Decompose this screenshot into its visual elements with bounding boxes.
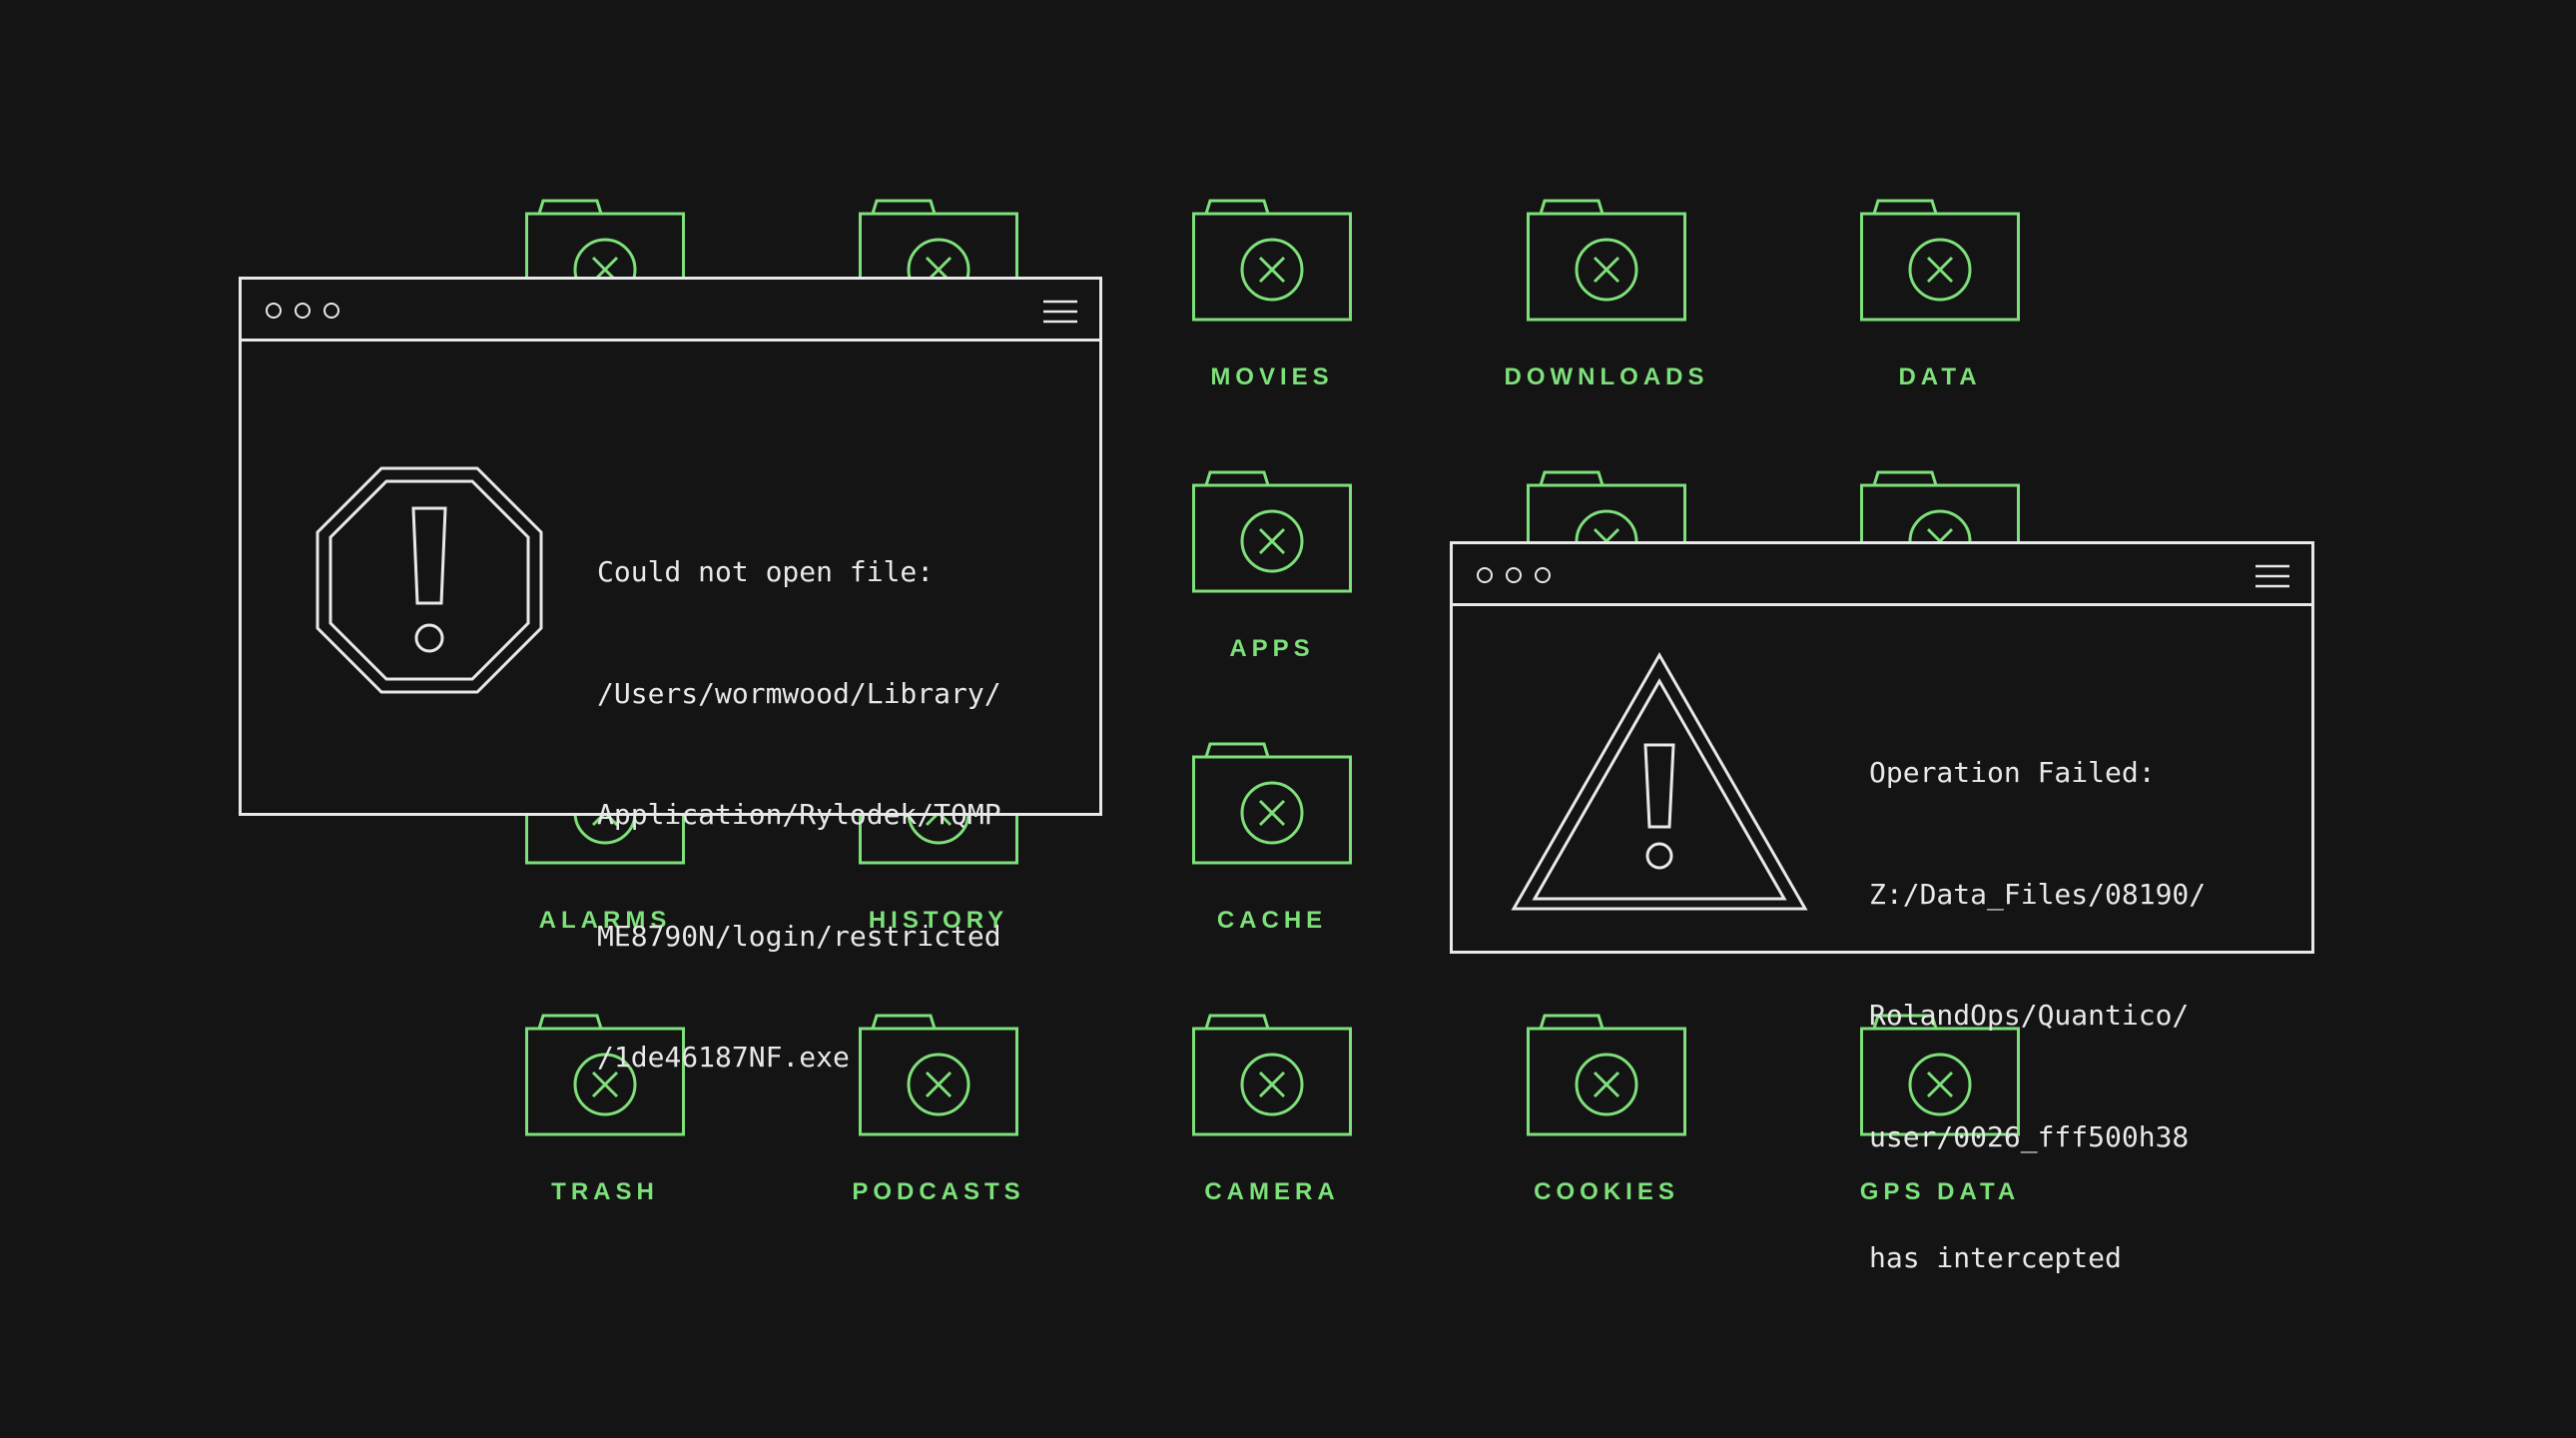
window-titlebar[interactable] <box>242 280 1099 342</box>
hamburger-menu-icon[interactable] <box>2255 564 2289 588</box>
octagon-exclamation-icon <box>316 466 543 694</box>
folder-label-apps: APPS <box>1229 635 1315 662</box>
warning-dialog-window[interactable]: Operation Failed: Z:/Data_Files/08190/ R… <box>1450 541 2314 1274</box>
folder-label-downloads: DOWNLOADS <box>1504 363 1709 390</box>
error-message: Could not open file: /Users/wormwood/Lib… <box>597 471 1001 1159</box>
warning-message-line: user/0026_fff500h38 <box>1869 1119 2190 1153</box>
folder-downloads[interactable] <box>1527 198 1686 322</box>
folder-label-data: DATA <box>1898 363 1982 390</box>
window-control-dot[interactable] <box>295 303 311 319</box>
error-message-line: Application/Rylodek/TQMP <box>597 798 1001 831</box>
error-dialog-window[interactable]: Could not open file: /Users/wormwood/Lib… <box>239 277 1102 1074</box>
window-titlebar[interactable] <box>1453 544 2311 606</box>
warning-message-line: Z:/Data_Files/08190/ <box>1869 877 2207 911</box>
folder-label-trash: TRASH <box>551 1178 659 1205</box>
folder-label-cookies: COOKIES <box>1534 1178 1679 1205</box>
window-control-dot[interactable] <box>323 303 339 319</box>
error-message-line: /Users/wormwood/Library/ <box>597 676 1001 710</box>
window-control-dot[interactable] <box>1477 567 1493 583</box>
folder-label-movies: MOVIES <box>1210 363 1334 390</box>
folder-label-cache: CACHE <box>1216 907 1328 934</box>
folder-cache[interactable] <box>1192 741 1352 865</box>
warning-message: Operation Failed: Z:/Data_Files/08190/ R… <box>1869 672 2206 1360</box>
folder-apps[interactable] <box>1192 469 1352 593</box>
error-message-line: ME8790N/login/restricted <box>597 919 1001 953</box>
warning-message-line: Operation Failed: <box>1869 756 2156 789</box>
folder-label-camera: CAMERA <box>1204 1178 1340 1205</box>
warning-message-line: RolandOps/Quantico/ <box>1869 999 2190 1032</box>
error-message-line: Could not open file: <box>597 555 935 588</box>
folder-label-podcasts: PODCASTS <box>852 1178 1025 1205</box>
hamburger-menu-icon[interactable] <box>1043 300 1077 324</box>
window-control-dot[interactable] <box>266 303 282 319</box>
folder-cookies[interactable] <box>1527 1013 1686 1136</box>
warning-message-line: has intercepted <box>1869 1241 2122 1274</box>
error-message-line: /1de46187NF.exe <box>597 1041 850 1074</box>
triangle-exclamation-icon <box>1511 651 1808 911</box>
window-control-dot[interactable] <box>1535 567 1551 583</box>
folder-data[interactable] <box>1860 198 2020 322</box>
folder-camera[interactable] <box>1192 1013 1352 1136</box>
window-control-dot[interactable] <box>1506 567 1522 583</box>
folder-movies[interactable] <box>1192 198 1352 322</box>
